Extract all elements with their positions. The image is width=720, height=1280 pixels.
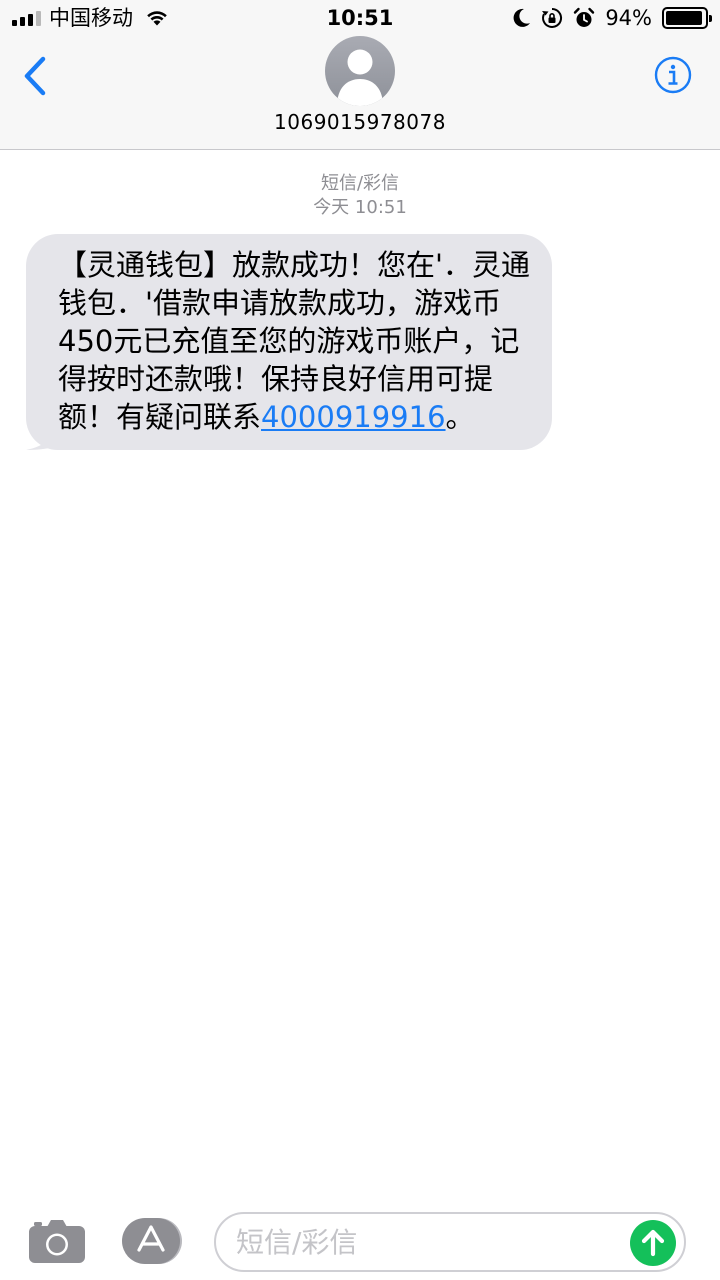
status-bar: 中国移动 10:51 94% xyxy=(0,0,720,36)
alarm-icon xyxy=(574,7,595,27)
message-timestamp: 今天 10:51 xyxy=(313,197,407,218)
message-text-end: 。 xyxy=(445,400,475,434)
messages-screen: 中国移动 10:51 94% 1069015978078 短信/彩信 今天 10… xyxy=(0,0,720,1280)
back-button[interactable] xyxy=(18,54,52,98)
send-button[interactable] xyxy=(630,1220,676,1266)
contact-avatar[interactable] xyxy=(325,36,395,106)
status-right: 94% xyxy=(513,6,712,30)
camera-icon xyxy=(29,1220,85,1263)
message-input[interactable] xyxy=(236,1222,616,1262)
info-circle-icon xyxy=(654,56,692,94)
moon-icon xyxy=(513,8,531,27)
arrow-up-icon xyxy=(641,1229,665,1257)
battery-level-fill xyxy=(666,11,702,25)
thread-meta: 短信/彩信 今天 10:51 xyxy=(0,172,720,220)
app-store-button[interactable] xyxy=(122,1218,184,1264)
person-silhouette-icon xyxy=(337,49,383,106)
app-store-icon xyxy=(122,1218,182,1264)
conversation-header: 1069015978078 xyxy=(0,36,720,150)
camera-button[interactable] xyxy=(28,1218,86,1264)
contact-number[interactable]: 1069015978078 xyxy=(0,110,720,134)
incoming-message: 【灵通钱包】放款成功！您在'．灵通钱包．'借款申请放款成功，游戏币450元已充值… xyxy=(26,234,552,450)
battery-percent: 94% xyxy=(605,6,652,30)
message-field[interactable] xyxy=(214,1212,686,1272)
info-button[interactable] xyxy=(654,56,692,94)
chevron-left-icon xyxy=(24,56,46,96)
rotation-lock-icon xyxy=(542,7,563,28)
compose-bar xyxy=(0,1200,720,1280)
service-label: 短信/彩信 xyxy=(320,173,400,194)
battery-icon xyxy=(662,7,712,29)
phone-number-link[interactable]: 4000919916 xyxy=(261,400,446,434)
message-bubble[interactable]: 【灵通钱包】放款成功！您在'．灵通钱包．'借款申请放款成功，游戏币450元已充值… xyxy=(26,234,552,450)
